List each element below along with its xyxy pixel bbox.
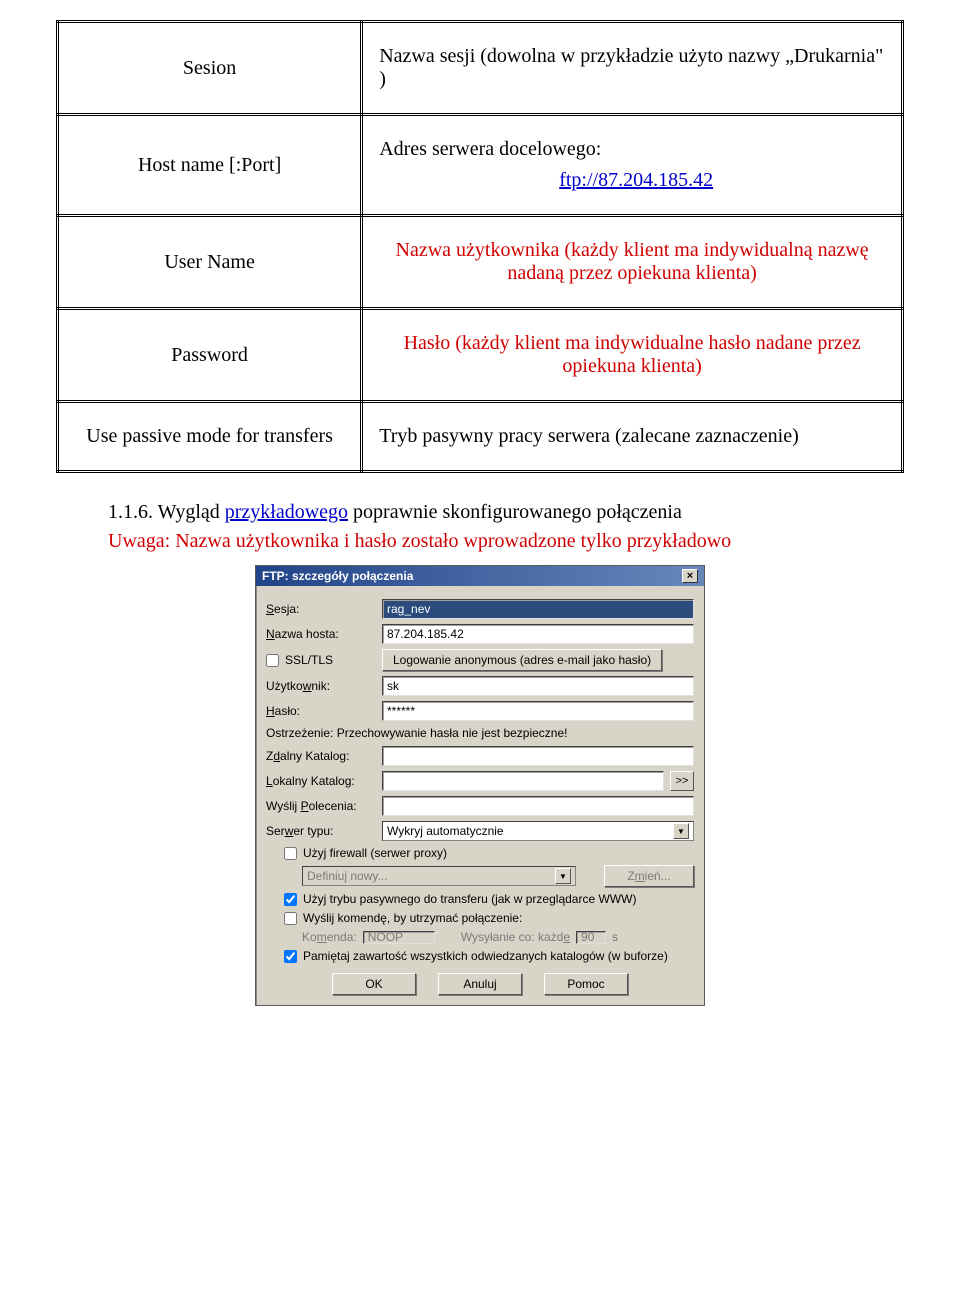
chevron-down-icon[interactable]: ▼ [673,823,689,839]
section-text-c: poprawnie skonfigurowanego połączenia [348,501,682,523]
firewall-checkbox-box[interactable] [284,847,297,860]
firewall-dropdown: Definiuj nowy... ▼ [302,866,576,886]
ssltls-checkbox[interactable]: SSL/TLS [266,653,376,667]
warning-line: Uwaga: Nazwa użytkownika i hasło zostało… [108,530,904,553]
passive-mode-checkbox[interactable]: Użyj trybu pasywnego do transferu (jak w… [284,892,636,906]
send-commands-input[interactable] [382,796,694,816]
table-row: User Name Nazwa użytkownika (każdy klien… [58,216,903,309]
cell-host-value: Adres serwera docelowego: ftp://87.204.1… [362,115,903,216]
dialog-titlebar: FTP: szczegóły połączenia × [256,566,704,586]
cache-dirs-checkbox-box[interactable] [284,950,297,963]
keepalive-checkbox-box[interactable] [284,912,297,925]
remote-dir-input[interactable] [382,746,694,766]
spec-table: Sesion Nazwa sesji (dowolna w przykładzi… [56,20,904,473]
cache-dirs-checkbox[interactable]: Pamiętaj zawartość wszystkich odwiedzany… [284,949,668,963]
cell-user-label: User Name [58,216,362,309]
keepalive-checkbox[interactable]: Wyślij komendę, by utrzymać połączenie: [284,911,522,925]
session-input[interactable] [382,599,694,619]
label-keepalive-command: Komenda: [302,930,357,944]
password-warning: Ostrzeżenie: Przechowywanie hasła nie je… [266,726,694,740]
label-keepalive-interval: Wysyłanie co: każde [461,930,570,944]
label-local-dir: Lokalny Katalog: [266,774,376,788]
browse-local-button[interactable]: >> [670,771,694,791]
table-row: Sesion Nazwa sesji (dowolna w przykładzi… [58,22,903,115]
seconds-suffix: s [612,930,618,944]
keepalive-interval-input [576,931,606,944]
label-user: Użytkownik: [266,679,376,693]
firewall-edit-button: Zmień... [604,865,694,887]
anonymous-login-button[interactable]: Logowanie anonymous (adres e-mail jako h… [382,649,662,671]
username-input[interactable] [382,676,694,696]
cancel-button[interactable]: Anuluj [438,973,522,995]
help-button[interactable]: Pomoc [544,973,628,995]
cell-passive-value: Tryb pasywny pracy serwera (zalecane zaz… [362,402,903,472]
cell-sesion-value: Nazwa sesji (dowolna w przykładzie użyto… [362,22,903,115]
ok-button[interactable]: OK [332,973,416,995]
example-hyperlink[interactable]: przykładowego [225,501,348,523]
cell-sesion-label: Sesion [58,22,362,115]
cell-password-label: Password [58,309,362,402]
cell-host-label: Host name [:Port] [58,115,362,216]
cell-password-value: Hasło (każdy klient ma indywidualne hasł… [362,309,903,402]
passive-mode-checkbox-box[interactable] [284,893,297,906]
ssltls-checkbox-box[interactable] [266,654,279,667]
ftp-address-link[interactable]: ftp://87.204.185.42 [559,169,713,191]
label-send-commands: Wyślij Polecenia: [266,799,376,813]
label-server-type: Serwer typu: [266,824,376,838]
local-dir-input[interactable] [382,771,664,791]
password-input[interactable] [382,701,694,721]
section-text-a: Wygląd [158,501,225,523]
label-host: Nazwa hosta: [266,627,376,641]
server-type-dropdown[interactable]: Wykryj automatycznie ▼ [382,821,694,841]
table-row: Use passive mode for transfers Tryb pasy… [58,402,903,472]
close-icon[interactable]: × [682,569,698,583]
label-password: Hasło: [266,704,376,718]
table-row: Password Hasło (każdy klient ma indywidu… [58,309,903,402]
ftp-details-dialog: FTP: szczegóły połączenia × Sesja: Nazwa… [255,565,705,1006]
firewall-checkbox[interactable]: Użyj firewall (serwer proxy) [284,846,447,860]
label-remote-dir: Zdalny Katalog: [266,749,376,763]
cell-user-value: Nazwa użytkownika (każdy klient ma indyw… [362,216,903,309]
host-input[interactable] [382,624,694,644]
section-number: 1.1.6. [108,501,153,523]
label-session: Sesja: [266,602,376,616]
section-1-1-6: 1.1.6. Wygląd przykładowego poprawnie sk… [108,501,904,524]
cell-passive-label: Use passive mode for transfers [58,402,362,472]
dialog-title: FTP: szczegóły połączenia [262,569,413,583]
keepalive-command-input [363,931,435,944]
host-desc: Adres serwera docelowego: [379,138,885,161]
chevron-down-icon: ▼ [555,868,571,884]
table-row: Host name [:Port] Adres serwera docelowe… [58,115,903,216]
